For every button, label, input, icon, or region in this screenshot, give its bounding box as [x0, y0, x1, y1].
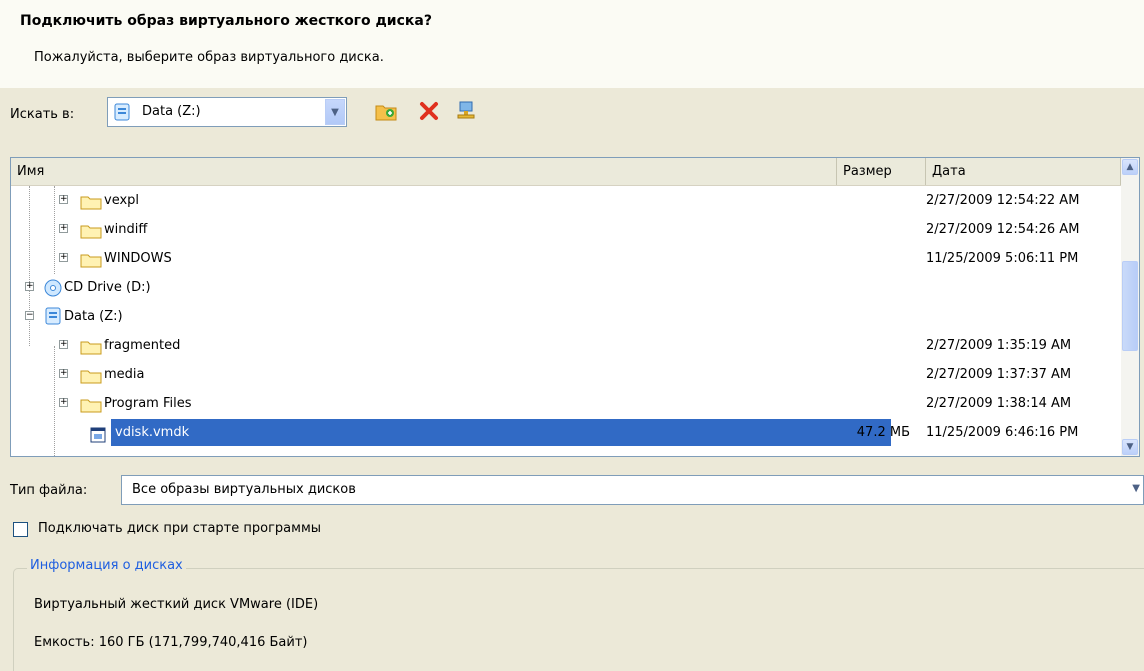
- network-icon[interactable]: [453, 98, 479, 124]
- item-name: Program Files: [104, 396, 192, 411]
- item-date: 11/25/2009 5:06:11 PM: [926, 251, 1079, 266]
- list-item[interactable]: + Program Files 2/27/2009 1:38:14 AM: [11, 389, 1121, 418]
- item-date: 2/27/2009 1:35:19 AM: [926, 338, 1072, 353]
- file-type-combobox[interactable]: Все образы виртуальных дисков ▼: [121, 475, 1144, 505]
- scroll-up-icon[interactable]: ▲: [1122, 159, 1138, 175]
- vmdk-file-icon: [90, 425, 106, 454]
- item-date: 11/25/2009 6:46:16 PM: [926, 425, 1079, 440]
- vertical-scrollbar[interactable]: ▲ ▼: [1121, 158, 1139, 456]
- item-name: windiff: [104, 222, 148, 237]
- item-name: media: [104, 367, 145, 382]
- dialog-subtitle: Пожалуйста, выберите образ виртуального …: [34, 50, 384, 65]
- look-in-label: Искать в:: [10, 107, 75, 122]
- item-size: 47.2 МБ: [856, 425, 910, 440]
- dialog-title: Подключить образ виртуального жесткого д…: [20, 13, 432, 29]
- scroll-down-icon[interactable]: ▼: [1122, 439, 1138, 455]
- item-name: CD Drive (D:): [64, 280, 151, 295]
- item-name: fragmented: [104, 338, 181, 353]
- list-item[interactable]: + CD Drive (D:): [11, 273, 1121, 302]
- mount-on-start-label[interactable]: Подключать диск при старте программы: [38, 521, 321, 536]
- expand-icon[interactable]: +: [59, 195, 68, 204]
- selection-highlight: [111, 419, 891, 446]
- drive-icon: [114, 103, 130, 125]
- item-date: 2/27/2009 12:54:22 AM: [926, 193, 1080, 208]
- item-date: 2/27/2009 1:38:14 AM: [926, 396, 1072, 411]
- list-item[interactable]: + WINDOWS 11/25/2009 5:06:11 PM: [11, 244, 1121, 273]
- file-type-label: Тип файла:: [10, 483, 88, 498]
- item-name: vexpl: [104, 193, 140, 208]
- list-item[interactable]: + windiff 2/27/2009 12:54:26 AM: [11, 215, 1121, 244]
- expand-icon[interactable]: +: [25, 282, 34, 291]
- look-in-combobox[interactable]: Data (Z:) ▼: [107, 97, 347, 127]
- item-name: vdisk.vmdk: [115, 425, 190, 440]
- file-list[interactable]: Имя Размер Дата + vexpl 2/27/2009 12:54:…: [10, 157, 1140, 457]
- item-name: Data (Z:): [64, 309, 123, 324]
- expand-icon[interactable]: +: [59, 340, 68, 349]
- disk-type-text: Виртуальный жесткий диск VMware (IDE): [34, 597, 319, 612]
- column-date-header[interactable]: Дата: [926, 158, 1121, 185]
- expand-icon[interactable]: +: [59, 224, 68, 233]
- list-item[interactable]: + fragmented 2/27/2009 1:35:19 AM: [11, 331, 1121, 360]
- collapse-icon[interactable]: −: [25, 311, 34, 320]
- column-name-header[interactable]: Имя: [11, 158, 837, 185]
- disk-info-legend: Информация о дисках: [27, 558, 186, 573]
- chevron-down-icon[interactable]: ▼: [1132, 483, 1140, 494]
- item-date: 2/27/2009 12:54:26 AM: [926, 222, 1080, 237]
- expand-icon[interactable]: +: [59, 253, 68, 262]
- chevron-down-icon[interactable]: ▼: [325, 99, 345, 125]
- mount-on-start-checkbox[interactable]: [13, 522, 28, 537]
- list-header: Имя Размер Дата: [11, 158, 1121, 186]
- look-in-value: Data (Z:): [142, 104, 201, 119]
- new-folder-icon[interactable]: [373, 98, 399, 124]
- file-type-value: Все образы виртуальных дисков: [132, 482, 356, 497]
- list-item-selected[interactable]: vdisk.vmdk 47.2 МБ 11/25/2009 6:46:16 PM: [11, 418, 1121, 447]
- item-date: 2/27/2009 1:37:37 AM: [926, 367, 1072, 382]
- disk-info-group: [13, 568, 1144, 671]
- list-item[interactable]: + vexpl 2/27/2009 12:54:22 AM: [11, 186, 1121, 215]
- tree-rows: + vexpl 2/27/2009 12:54:22 AM + windiff …: [11, 186, 1121, 456]
- expand-icon[interactable]: +: [59, 369, 68, 378]
- column-size-header[interactable]: Размер: [837, 158, 926, 185]
- disk-capacity-text: Емкость: 160 ГБ (171,799,740,416 Байт): [34, 635, 308, 650]
- list-item[interactable]: − Data (Z:): [11, 302, 1121, 331]
- item-name: WINDOWS: [104, 251, 172, 266]
- list-item[interactable]: + media 2/27/2009 1:37:37 AM: [11, 360, 1121, 389]
- expand-icon[interactable]: +: [59, 398, 68, 407]
- scroll-thumb[interactable]: [1122, 261, 1138, 351]
- delete-icon[interactable]: [416, 98, 442, 124]
